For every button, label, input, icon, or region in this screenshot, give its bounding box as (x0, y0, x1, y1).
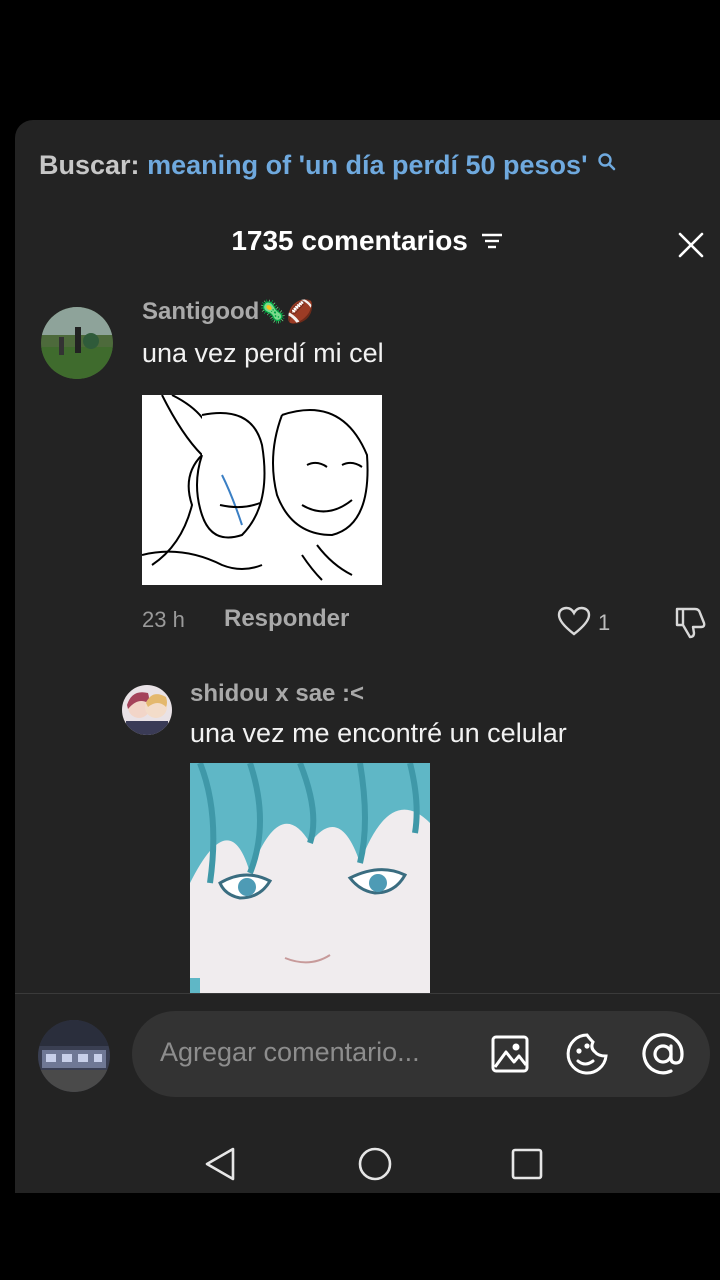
comment-image-meme[interactable] (141, 394, 382, 585)
emoji-badge-icon: 🦠🏈 (259, 299, 315, 324)
comment-image-anime[interactable] (190, 763, 430, 993)
dislike-icon[interactable] (673, 605, 707, 644)
reply-button[interactable]: Responder (224, 605, 349, 633)
comments-sheet: Buscar: meaning of 'un día perdí 50 peso… (15, 120, 720, 1193)
comment-text: una vez perdí mi cel (142, 338, 384, 368)
avatar[interactable] (122, 685, 172, 735)
composer-divider (15, 993, 720, 994)
my-avatar[interactable] (38, 1020, 110, 1092)
back-triangle-icon[interactable] (203, 1146, 237, 1187)
search-icon[interactable] (597, 148, 617, 179)
comments-header: 1735 comentarios (15, 225, 720, 259)
search-label: Buscar: (39, 150, 140, 180)
comment-username[interactable]: shidou x sae :< (190, 680, 364, 708)
like-count: 1 (598, 610, 611, 635)
at-icon[interactable] (641, 1032, 685, 1081)
heart-icon[interactable] (557, 606, 591, 641)
comment-input-placeholder: Agregar comentario... (160, 1037, 420, 1067)
home-circle-icon[interactable] (357, 1146, 393, 1187)
system-nav-bar (15, 1130, 720, 1190)
close-icon[interactable] (676, 230, 706, 260)
emoji-icon[interactable] (565, 1032, 609, 1081)
recents-square-icon[interactable] (511, 1148, 543, 1185)
comment-timestamp: 23 h (142, 607, 185, 632)
image-icon[interactable] (490, 1034, 530, 1079)
comment-text: una vez me encontré un celular (190, 718, 567, 748)
comment-input[interactable]: Agregar comentario... (132, 1011, 710, 1097)
filter-icon[interactable] (480, 227, 504, 259)
avatar[interactable] (41, 307, 113, 379)
search-query[interactable]: meaning of 'un día perdí 50 pesos' (147, 150, 587, 180)
search-suggestion[interactable]: Buscar: meaning of 'un día perdí 50 peso… (39, 150, 617, 181)
comment-username[interactable]: Santigood🦠🏈 (142, 298, 314, 326)
comments-count-title: 1735 comentarios (231, 225, 468, 256)
